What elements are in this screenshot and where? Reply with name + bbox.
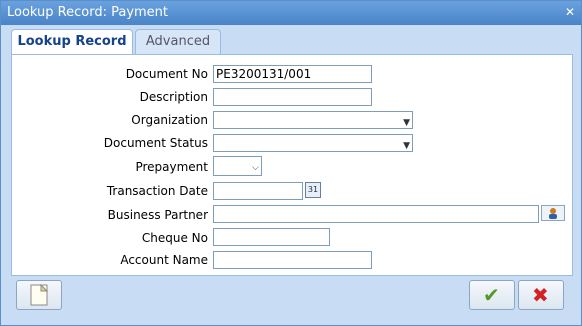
prepayment-select[interactable]: ⌵	[213, 156, 262, 176]
account-name-label: Account Name	[120, 253, 208, 267]
business-partner-label: Business Partner	[107, 208, 208, 222]
cancel-button[interactable]: ✖	[518, 280, 564, 310]
business-partner-lookup-button[interactable]	[541, 205, 565, 221]
window-title: Lookup Record: Payment	[7, 5, 169, 20]
checkmark-icon: ✔	[483, 283, 500, 307]
document-no-label: Document No	[125, 67, 208, 81]
document-no-field[interactable]: PE3200131/001	[213, 65, 372, 83]
form-panel: Document No PE3200131/001 Description Or…	[11, 54, 573, 276]
tab-advanced[interactable]: Advanced	[135, 29, 221, 54]
business-partner-field[interactable]	[213, 205, 539, 223]
cheque-no-field[interactable]	[213, 228, 330, 246]
transaction-date-label: Transaction Date	[106, 184, 208, 198]
cancel-x-icon: ✖	[532, 283, 549, 307]
new-document-icon	[30, 283, 49, 306]
chevron-down-icon[interactable]: ▼	[403, 138, 410, 154]
document-status-label: Document Status	[103, 136, 208, 150]
description-label: Description	[139, 90, 208, 104]
transaction-date-field[interactable]	[213, 182, 303, 200]
calendar-icon[interactable]: 31	[305, 182, 321, 198]
lookup-record-window: Lookup Record: Payment ✕ Lookup Record A…	[0, 0, 582, 326]
prepayment-label: Prepayment	[135, 160, 208, 174]
description-field[interactable]	[213, 88, 372, 106]
cheque-no-label: Cheque No	[141, 231, 208, 245]
document-status-select[interactable]: ▼	[213, 134, 413, 152]
ok-button[interactable]: ✔	[469, 280, 515, 310]
organization-label: Organization	[131, 113, 208, 127]
tab-lookup-record[interactable]: Lookup Record	[11, 29, 133, 55]
chevron-down-icon[interactable]: ▼	[403, 115, 410, 131]
person-icon	[549, 208, 557, 219]
new-record-button[interactable]	[16, 280, 62, 310]
title-bar: Lookup Record: Payment ✕	[1, 1, 581, 25]
chevron-down-icon[interactable]: ⌵	[252, 160, 259, 176]
account-name-field[interactable]	[213, 251, 372, 269]
close-icon[interactable]: ✕	[565, 5, 575, 19]
organization-select[interactable]: ▼	[213, 111, 413, 129]
